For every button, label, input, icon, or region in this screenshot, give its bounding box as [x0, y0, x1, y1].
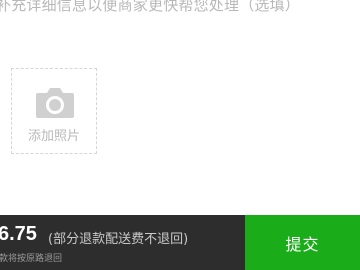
refund-method-note: 款将按原路退回 [0, 254, 63, 264]
refund-note: (部分退款配送费不退回) [48, 232, 189, 247]
add-photo-label: 添加照片 [27, 129, 80, 144]
refund-amount: 6.75 [0, 223, 37, 245]
camera-icon [36, 88, 74, 118]
submit-button[interactable]: 提交 [245, 215, 360, 270]
refund-form-page: 补充详细信息以便商家更快帮您处理（选填） 添加照片 6.75 (部分退款配送费不… [0, 0, 360, 270]
add-photo-button[interactable]: 添加照片 [11, 68, 97, 154]
bottom-action-bar: 6.75 (部分退款配送费不退回) 款将按原路退回 提交 [0, 215, 360, 270]
description-hint[interactable]: 补充详细信息以便商家更快帮您处理（选填） [0, 0, 300, 15]
